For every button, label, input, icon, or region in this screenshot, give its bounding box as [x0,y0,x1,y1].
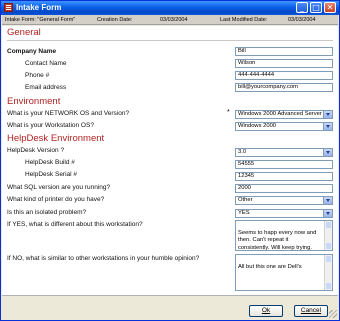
different-workstation-textarea[interactable]: Seems to happ every now and then. Can't … [235,220,333,251]
chevron-down-icon[interactable] [323,210,332,217]
helpdesk-version-value: 3.0 [238,149,247,155]
isolated-problem-label: Is this an isolated problem? [7,209,87,216]
different-workstation-text: Seems to happ every now and then. Can't … [238,229,317,251]
creation-date-value: 03/03/2004 [160,17,188,23]
section-helpdesk-title: HelpDesk Environment [7,133,105,144]
form-content: General Company Name Bill Contact Name W… [2,26,338,296]
textarea-scrollbar[interactable] [324,221,332,250]
section-environment-title: Environment [7,96,61,107]
section-divider [7,40,333,41]
cancel-button[interactable]: Cancel [294,305,328,317]
printer-value: Other [238,197,253,203]
modified-date-label: Last Modified Date: [220,17,268,23]
network-os-select[interactable]: Windows 2000 Advanced Server [235,110,333,119]
helpdesk-build-label: HelpDesk Build # [25,159,75,166]
required-marker: * [227,109,230,116]
phone-label: Phone # [25,72,50,79]
window-title: Intake Form [16,3,62,12]
creation-date-label: Creation Date: [97,17,133,23]
textarea-scrollbar[interactable] [324,255,332,290]
helpdesk-build-field[interactable]: 54555 [235,160,333,169]
ok-button[interactable]: Ok [249,305,283,317]
helpdesk-serial-label: HelpDesk Serial # [25,171,78,178]
workstation-os-label: What is your Workstation OS? [7,122,94,129]
isolated-problem-select[interactable]: YES [235,209,333,218]
company-name-field[interactable]: Bill [235,47,333,56]
isolated-problem-value: YES [238,210,250,216]
similar-workstation-textarea[interactable]: All but this one are Dell's [235,254,333,291]
chevron-down-icon[interactable] [323,123,332,130]
network-os-label: What is your NETWORK OS and Version? [7,110,130,117]
intake-form-window: Intake Form _ □ ✕ Intake Form: "General … [0,0,340,321]
network-os-value: Windows 2000 Advanced Server [238,111,322,117]
helpdesk-version-select[interactable]: 3.0 [235,148,333,157]
similar-workstation-label: If NO, what is similar to other workstat… [7,255,200,262]
contact-name-label: Contact Name [25,60,67,67]
phone-field[interactable]: 444-444-4444 [235,71,333,80]
section-general-title: General [7,27,41,38]
email-label: Email address [25,84,67,91]
helpdesk-serial-field[interactable]: 12345 [235,172,333,181]
contact-name-field[interactable]: Wilson [235,59,333,68]
chevron-down-icon[interactable] [323,149,332,156]
resize-grip-icon[interactable] [329,310,337,318]
maximize-button[interactable]: □ [310,2,322,13]
sql-version-label: What SQL version are you running? [7,184,111,191]
printer-label: What kind of printer do you have? [7,196,105,203]
printer-select[interactable]: Other [235,196,333,205]
workstation-os-value: Windows 2000 [238,123,277,129]
title-bar[interactable]: Intake Form _ □ ✕ [1,1,339,15]
modified-date-value: 03/03/2004 [288,17,316,23]
chevron-down-icon[interactable] [323,111,332,118]
minimize-button[interactable]: _ [296,2,308,13]
sql-version-field[interactable]: 2000 [235,184,333,193]
form-name-label: Intake Form: "General Form" [5,17,76,23]
form-app-icon [4,3,13,12]
workstation-os-select[interactable]: Windows 2000 [235,122,333,131]
helpdesk-version-label: HelpDesk Version ? [7,147,65,154]
different-workstation-label: If YES, what is different about this wor… [7,221,143,228]
chevron-down-icon[interactable] [323,197,332,204]
form-info-bar: Intake Form: "General Form" Creation Dat… [2,15,338,25]
similar-workstation-text: All but this one are Dell's [238,263,302,270]
email-field[interactable]: bill@yourcompany.com [235,83,333,92]
close-button[interactable]: ✕ [324,2,336,13]
company-name-label: Company Name [7,48,57,55]
